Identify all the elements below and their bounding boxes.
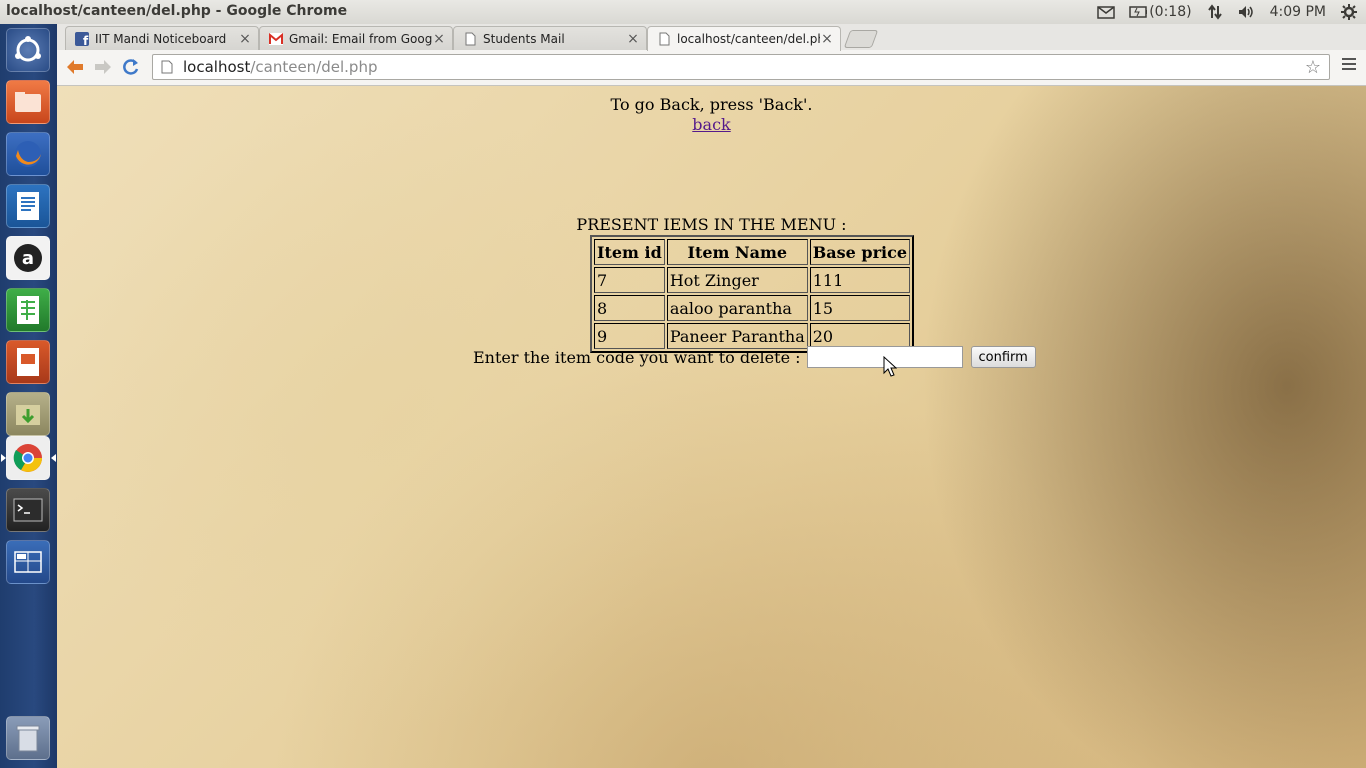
volume-icon[interactable]	[1238, 5, 1256, 19]
tab-label: localhost/canteen/del.php	[677, 32, 820, 46]
address-bar[interactable]: localhost/canteen/del.php ☆	[152, 54, 1330, 80]
url-host: localhost	[183, 58, 251, 76]
table-header-row: Item id Item Name Base price	[594, 239, 911, 265]
tab-strip: f IIT Mandi Noticeboard × Gmail: Email f…	[57, 24, 1366, 51]
tab-label: IIT Mandi Noticeboard	[95, 31, 227, 46]
gear-icon[interactable]	[1340, 4, 1358, 20]
item-id-cell: 7	[594, 267, 665, 293]
chrome-icon[interactable]	[6, 436, 50, 480]
facebook-icon: f	[75, 31, 89, 46]
confirm-button[interactable]: confirm	[970, 346, 1036, 368]
back-instruction: To go Back, press 'Back'.	[610, 95, 813, 114]
menu-heading: PRESENT IEMS IN THE MENU :	[576, 215, 847, 234]
column-header: Item id	[594, 239, 665, 265]
window-title: localhost/canteen/del.php - Google Chrom…	[6, 3, 348, 19]
battery-time: (0:18)	[1149, 4, 1192, 20]
tab-gmail[interactable]: Gmail: Email from Google ×	[259, 26, 453, 50]
back-link-line: back	[57, 115, 1366, 134]
gmail-icon	[269, 32, 283, 46]
browser-toolbar: localhost/canteen/del.php ☆	[57, 50, 1366, 86]
tab-label: Gmail: Email from Google	[289, 31, 432, 46]
tab-students-mail[interactable]: Students Mail ×	[453, 26, 647, 50]
delete-form: Enter the item code you want to delete :…	[473, 346, 1036, 368]
impress-icon[interactable]	[6, 340, 50, 384]
trash-icon[interactable]	[6, 716, 50, 760]
close-icon[interactable]: ×	[432, 31, 446, 47]
firefox-icon[interactable]	[6, 132, 50, 176]
close-icon[interactable]: ×	[820, 31, 834, 47]
page-icon	[657, 32, 671, 46]
url-path: /canteen/del.php	[250, 58, 378, 76]
menu-items-table: Item id Item Name Base price 7 Hot Zinge…	[590, 235, 915, 353]
item-id-cell: 8	[594, 295, 665, 321]
back-arrow-icon[interactable]	[63, 55, 87, 79]
calc-icon[interactable]	[6, 288, 50, 332]
focus-indicator	[51, 454, 56, 462]
archive-icon[interactable]	[6, 392, 50, 436]
system-top-panel: localhost/canteen/del.php - Google Chrom…	[0, 0, 1366, 25]
terminal-icon[interactable]	[6, 488, 50, 532]
reload-icon[interactable]	[119, 55, 143, 79]
clock[interactable]: 4:09 PM	[1270, 4, 1326, 20]
column-header: Base price	[809, 239, 911, 265]
delete-prompt: Enter the item code you want to delete :	[473, 347, 801, 367]
svg-text:a: a	[22, 248, 34, 269]
unity-launcher: a	[0, 24, 58, 768]
item-name-cell: Hot Zinger	[666, 267, 808, 293]
page-viewport: To go Back, press 'Back'. back PRESENT I…	[57, 86, 1366, 768]
new-tab-button[interactable]	[843, 30, 879, 48]
base-price-cell: 15	[809, 295, 911, 321]
chrome-menu-icon[interactable]	[1342, 58, 1356, 73]
table-row: 8 aaloo parantha 15	[594, 295, 911, 321]
mail-icon[interactable]	[1097, 5, 1115, 19]
item-name-cell: aaloo parantha	[666, 295, 808, 321]
amazon-icon[interactable]: a	[6, 236, 50, 280]
svg-text:f: f	[83, 34, 89, 46]
page-icon	[161, 60, 173, 74]
close-icon[interactable]: ×	[238, 31, 252, 47]
back-link[interactable]: back	[692, 115, 730, 134]
workspace-icon[interactable]	[6, 540, 50, 584]
table-row: 7 Hot Zinger 111	[594, 267, 911, 293]
tab-del-php[interactable]: localhost/canteen/del.php ×	[647, 26, 841, 51]
files-icon[interactable]	[6, 80, 50, 124]
base-price-cell: 111	[809, 267, 911, 293]
system-tray: (0:18) 4:09 PM	[1097, 0, 1366, 24]
battery-icon	[1129, 5, 1148, 19]
close-icon[interactable]: ×	[626, 31, 640, 47]
tab-iit-mandi-noticeboard[interactable]: f IIT Mandi Noticeboard ×	[65, 26, 259, 50]
forward-arrow-icon[interactable]	[91, 55, 115, 79]
column-header: Item Name	[666, 239, 808, 265]
battery-indicator[interactable]: (0:18)	[1129, 4, 1192, 20]
page-icon	[463, 32, 477, 46]
dash-icon[interactable]	[6, 28, 50, 72]
network-icon[interactable]	[1206, 4, 1224, 20]
bookmark-star-icon[interactable]: ☆	[1305, 57, 1321, 78]
writer-icon[interactable]	[6, 184, 50, 228]
tab-label: Students Mail	[483, 31, 565, 46]
